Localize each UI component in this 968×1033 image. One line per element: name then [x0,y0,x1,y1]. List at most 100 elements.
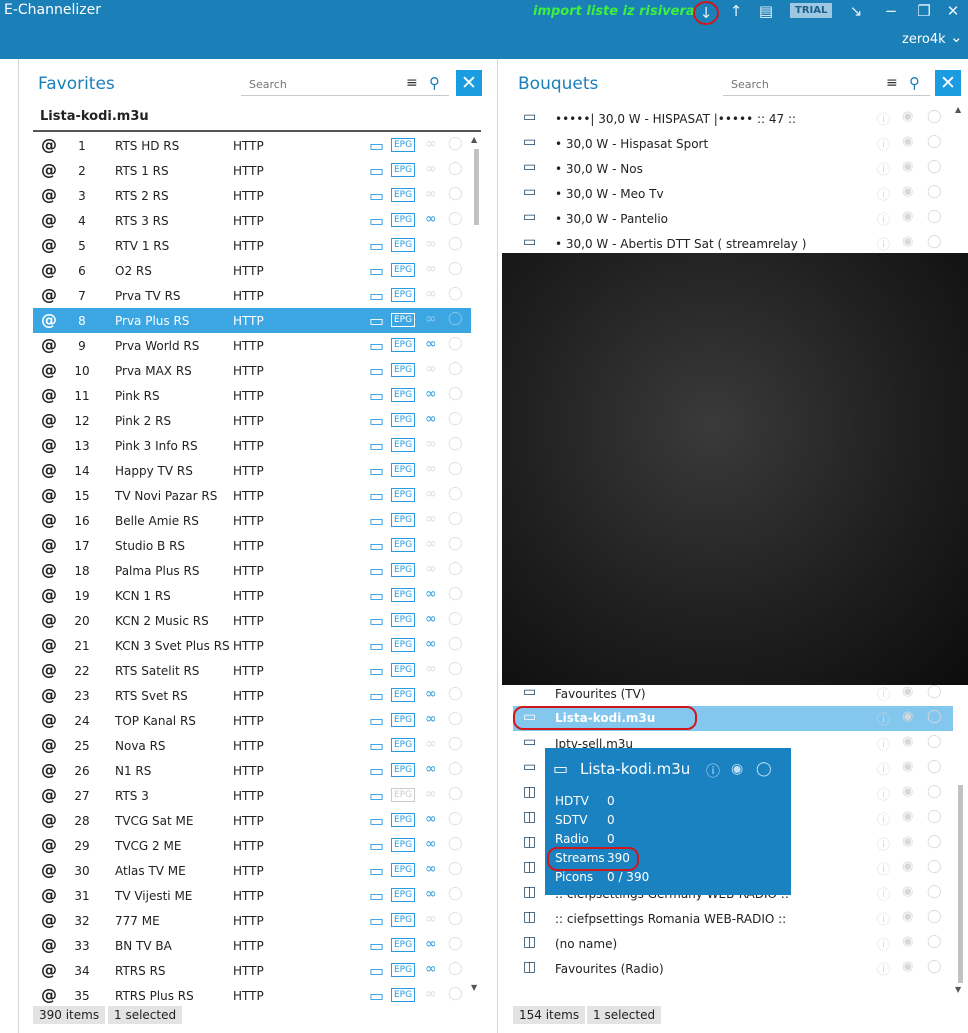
epg-badge[interactable]: EPG [391,688,416,702]
epg-badge[interactable]: EPG [391,838,416,852]
link-icon[interactable]: ∞ [425,436,437,452]
epg-badge[interactable]: EPG [391,638,416,652]
tv-icon[interactable]: ▭ [369,511,384,530]
list-item[interactable]: ▭ Favourites (TV) ⓘ ◉ ◯ [513,681,953,706]
minimize-icon[interactable]: − [880,1,902,21]
shield-icon[interactable]: ◯ [448,961,463,976]
epg-badge[interactable]: EPG [391,513,416,527]
tv-icon[interactable]: ▭ [369,611,384,630]
shield-icon[interactable]: ◯ [448,461,463,476]
bouquets-search-input[interactable] [729,75,873,93]
info-icon[interactable]: ⓘ [877,759,890,778]
table-row[interactable]: @26 N1 RS HTTP ▭ EPG ∞ ◯ [33,758,471,783]
eye-off-icon[interactable]: ◉ [902,159,913,174]
epg-badge[interactable]: EPG [391,138,416,152]
tv-icon[interactable]: ▭ [369,536,384,555]
eye-off-icon[interactable]: ◉ [902,809,913,824]
favorites-close-button[interactable]: ✕ [456,70,482,96]
shield-icon[interactable]: ◯ [927,909,942,924]
tv-icon[interactable]: ▭ [369,261,384,280]
eye-off-icon[interactable]: ◉ [902,959,913,974]
link-icon[interactable]: ∞ [425,186,437,202]
scroll-up-icon[interactable]: ▲ [955,105,961,114]
table-row[interactable]: @35 RTRS Plus RS HTTP ▭ EPG ∞ ◯ [33,983,471,1008]
shield-icon[interactable]: ◯ [927,884,942,899]
epg-badge[interactable]: EPG [391,813,416,827]
shield-icon[interactable]: ◯ [927,684,942,699]
link-icon[interactable]: ∞ [425,261,437,277]
shield-icon[interactable]: ◯ [448,986,463,1001]
shield-icon[interactable]: ◯ [448,436,463,451]
info-icon[interactable]: ⓘ [877,234,890,253]
shield-icon[interactable]: ◯ [448,136,463,151]
tv-icon[interactable]: ▭ [369,911,384,930]
bouquets-close-button[interactable]: ✕ [935,70,961,96]
shield-icon[interactable]: ◯ [448,686,463,701]
table-row[interactable]: @4 RTS 3 RS HTTP ▭ EPG ∞ ◯ [33,208,471,233]
table-row[interactable]: @8 Prva Plus RS HTTP ▭ EPG ∞ ◯ [33,308,471,333]
epg-badge[interactable]: EPG [391,263,416,277]
epg-badge[interactable]: EPG [391,988,416,1002]
link-icon[interactable]: ∞ [425,861,437,877]
epg-badge[interactable]: EPG [391,613,416,627]
tv-icon[interactable]: ▭ [369,836,384,855]
link-icon[interactable]: ∞ [425,311,437,327]
link-icon[interactable]: ∞ [425,986,437,1002]
download-icon[interactable]: ↓ [693,1,719,25]
link-icon[interactable]: ∞ [425,611,437,627]
table-row[interactable]: @18 Palma Plus RS HTTP ▭ EPG ∞ ◯ [33,558,471,583]
shield-icon[interactable]: ◯ [448,936,463,951]
tv-icon[interactable]: ▭ [369,986,384,1005]
link-icon[interactable]: ∞ [425,686,437,702]
info-icon[interactable]: ⓘ [877,109,890,128]
filter-icon[interactable]: ≡ [886,75,898,91]
epg-badge[interactable]: EPG [391,863,416,877]
link-icon[interactable]: ∞ [425,936,437,952]
user-menu[interactable]: zero4k [902,32,946,47]
list-item[interactable]: ◫ (no name) ⓘ ◉ ◯ [513,931,953,956]
epg-badge[interactable]: EPG [391,463,416,477]
epg-badge[interactable]: EPG [391,788,416,802]
table-row[interactable]: @30 Atlas TV ME HTTP ▭ EPG ∞ ◯ [33,858,471,883]
table-row[interactable]: @27 RTS 3 HTTP ▭ EPG ∞ ◯ [33,783,471,808]
link-icon[interactable]: ∞ [425,761,437,777]
link-icon[interactable]: ∞ [425,586,437,602]
tv-icon[interactable]: ▭ [369,686,384,705]
scroll-down-icon[interactable]: ▼ [955,985,961,994]
link-icon[interactable]: ∞ [425,711,437,727]
link-icon[interactable]: ∞ [425,236,437,252]
eye-off-icon[interactable]: ◉ [902,709,913,724]
list-item[interactable]: ▭ Lista-kodi.m3u ⓘ ◉ ◯ [513,706,953,731]
table-row[interactable]: @1 RTS HD RS HTTP ▭ EPG ∞ ◯ [33,133,471,158]
tv-icon[interactable]: ▭ [369,661,384,680]
link-icon[interactable]: ∞ [425,211,437,227]
link-icon[interactable]: ∞ [425,661,437,677]
epg-badge[interactable]: EPG [391,388,416,402]
epg-badge[interactable]: EPG [391,163,416,177]
link-icon[interactable]: ∞ [425,461,437,477]
link-icon[interactable]: ∞ [425,886,437,902]
eye-off-icon[interactable]: ◉ [902,184,913,199]
shield-icon[interactable]: ◯ [448,536,463,551]
panel-divider[interactable] [497,59,498,1033]
link-icon[interactable]: ∞ [425,536,437,552]
eye-off-icon[interactable]: ◉ [902,759,913,774]
table-row[interactable]: @24 TOP Kanal RS HTTP ▭ EPG ∞ ◯ [33,708,471,733]
scroll-thumb[interactable] [958,785,963,983]
info-icon[interactable]: ⓘ [877,809,890,828]
shield-icon[interactable]: ◯ [448,861,463,876]
shield-icon[interactable]: ◯ [448,611,463,626]
shield-icon[interactable]: ◯ [927,234,942,249]
scroll-thumb[interactable] [474,149,479,225]
epg-badge[interactable]: EPG [391,363,416,377]
info-icon[interactable]: ⓘ [877,784,890,803]
shield-icon[interactable]: ◯ [448,811,463,826]
epg-badge[interactable]: EPG [391,588,416,602]
tv-icon[interactable]: ▭ [369,236,384,255]
list-item[interactable]: ▭ • 30,0 W - Meo Tv ⓘ ◉ ◯ [513,181,953,206]
table-row[interactable]: @21 KCN 3 Svet Plus RS HTTP ▭ EPG ∞ ◯ [33,633,471,658]
table-row[interactable]: @7 Prva TV RS HTTP ▭ EPG ∞ ◯ [33,283,471,308]
tv-icon[interactable]: ▭ [369,386,384,405]
search-icon[interactable]: ⚲ [909,74,920,92]
link-icon[interactable]: ∞ [425,786,437,802]
